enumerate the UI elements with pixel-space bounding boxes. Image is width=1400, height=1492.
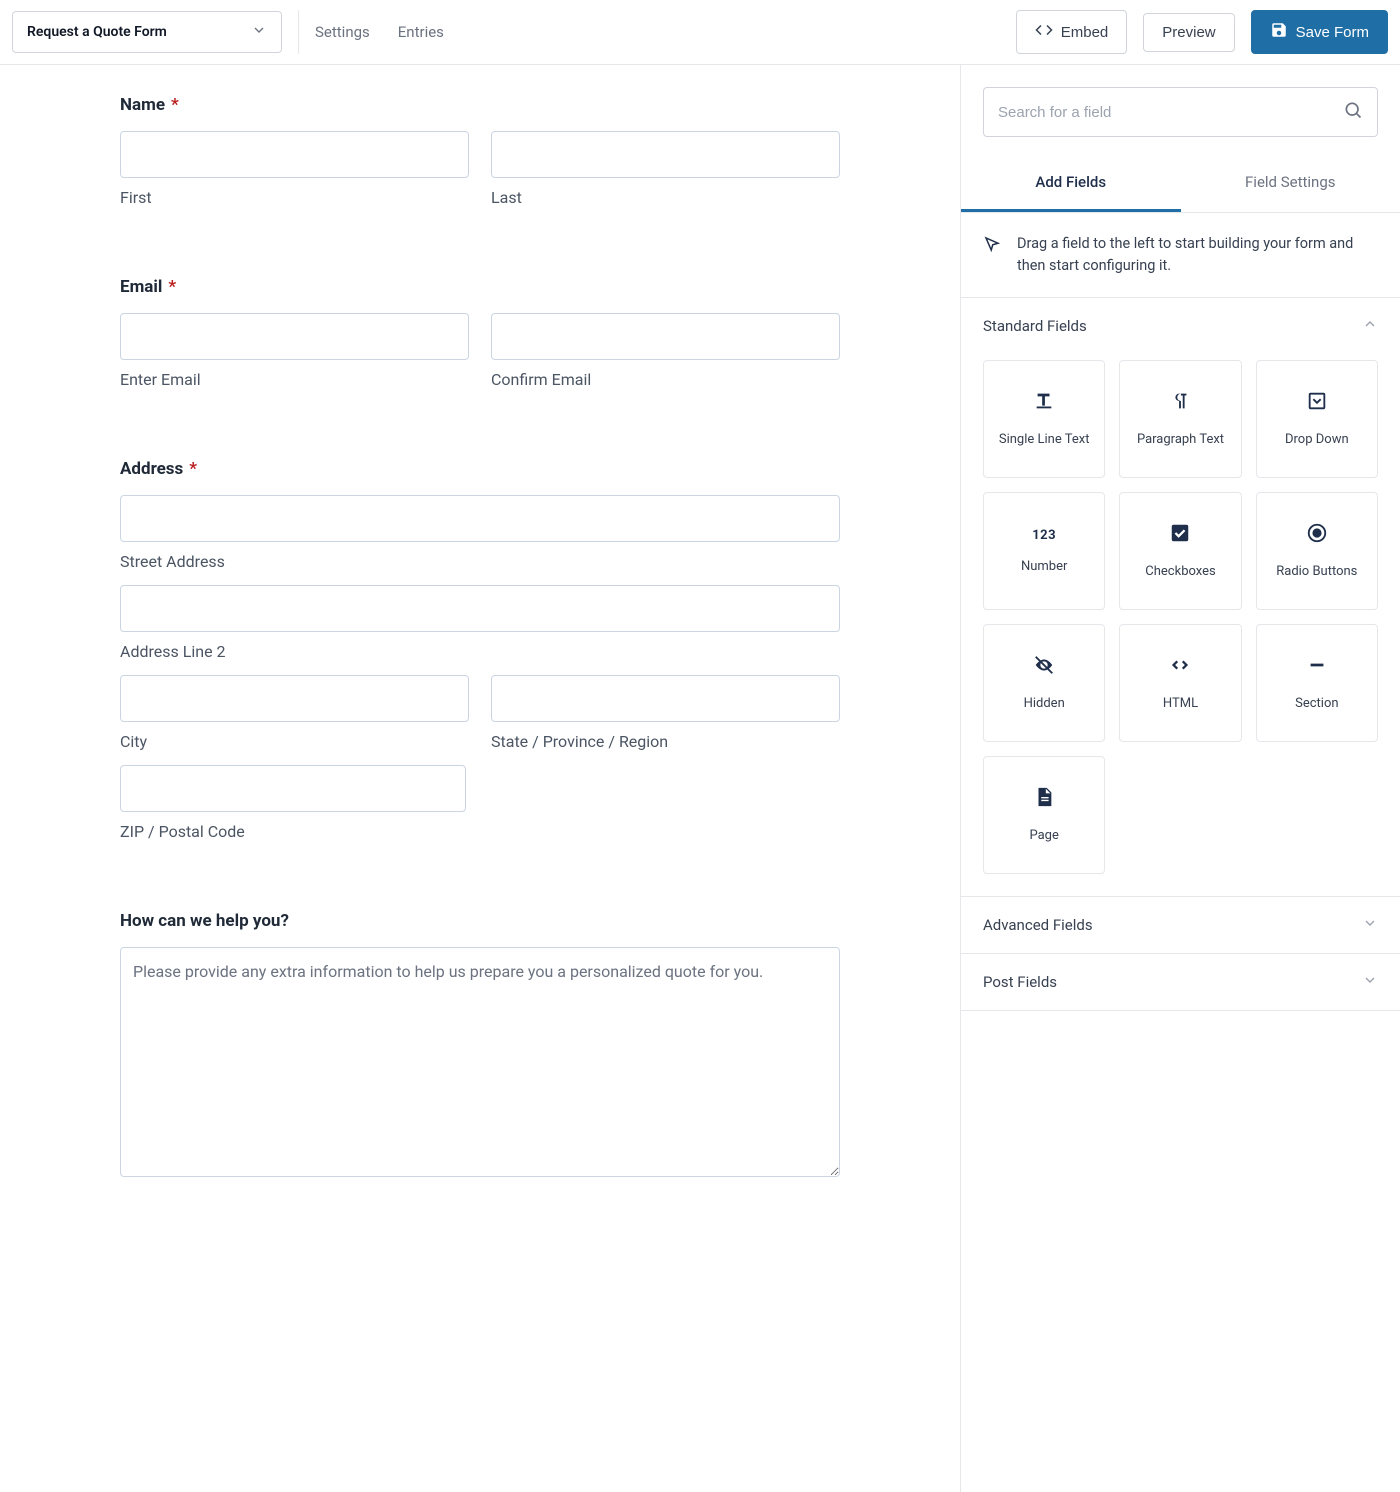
field-label: Name* <box>120 95 840 115</box>
accordion-header-advanced[interactable]: Advanced Fields <box>961 897 1400 953</box>
field-tile-hidden[interactable]: Hidden <box>983 624 1105 742</box>
address-line2-input[interactable] <box>120 585 840 632</box>
html-icon <box>1169 654 1191 680</box>
chevron-down-icon <box>1362 972 1378 992</box>
form-selector[interactable]: Request a Quote Form <box>12 11 282 53</box>
chevron-down-icon <box>251 22 267 42</box>
name-first-input[interactable] <box>120 131 469 178</box>
text-icon <box>1033 390 1055 416</box>
header-tabs: Settings Entries <box>315 23 444 41</box>
field-tile-paragraph[interactable]: Paragraph Text <box>1119 360 1241 478</box>
accordion-advanced: Advanced Fields <box>961 897 1400 954</box>
embed-button[interactable]: Embed <box>1016 10 1128 54</box>
preview-button[interactable]: Preview <box>1143 13 1234 52</box>
sub-label-confirm-email: Confirm Email <box>491 370 840 389</box>
field-tile-number[interactable]: 123 Number <box>983 492 1105 610</box>
search-icon <box>1343 100 1363 124</box>
field-label: Address* <box>120 459 840 479</box>
field-tile-section[interactable]: Section <box>1256 624 1378 742</box>
field-tile-page[interactable]: Page <box>983 756 1105 874</box>
embed-label: Embed <box>1061 24 1109 41</box>
field-tile-checkboxes[interactable]: Checkboxes <box>1119 492 1241 610</box>
name-last-input[interactable] <box>491 131 840 178</box>
field-help[interactable]: How can we help you? <box>120 911 840 1181</box>
main: Name* First Last Email* <box>0 65 1400 1492</box>
field-tile-single-line[interactable]: Single Line Text <box>983 360 1105 478</box>
field-tile-dropdown[interactable]: Drop Down <box>1256 360 1378 478</box>
radio-icon <box>1306 522 1328 548</box>
page-icon <box>1033 786 1055 812</box>
field-tile-radio[interactable]: Radio Buttons <box>1256 492 1378 610</box>
field-name[interactable]: Name* First Last <box>120 95 840 207</box>
accordion-post: Post Fields <box>961 954 1400 1011</box>
sub-label-zip: ZIP / Postal Code <box>120 822 466 841</box>
email-enter-input[interactable] <box>120 313 469 360</box>
tab-add-fields[interactable]: Add Fields <box>961 155 1181 212</box>
hidden-icon <box>1033 654 1055 680</box>
standard-fields-grid: Single Line Text Paragraph Text Drop Dow… <box>961 354 1400 896</box>
sidebar-tabs: Add Fields Field Settings <box>961 155 1400 213</box>
sub-label-first: First <box>120 188 469 207</box>
chevron-up-icon <box>1362 316 1378 336</box>
drag-hint: Drag a field to the left to start buildi… <box>961 213 1400 298</box>
sub-label-last: Last <box>491 188 840 207</box>
address-state-input[interactable] <box>491 675 840 722</box>
required-indicator: * <box>171 95 179 115</box>
accordion-standard: Standard Fields Single Line Text Parag <box>961 298 1400 897</box>
tab-field-settings[interactable]: Field Settings <box>1181 155 1400 212</box>
sub-label-state: State / Province / Region <box>491 732 840 751</box>
address-zip-input[interactable] <box>120 765 466 812</box>
save-label: Save Form <box>1296 24 1369 41</box>
drag-hint-text: Drag a field to the left to start buildi… <box>1017 233 1378 277</box>
field-email[interactable]: Email* Enter Email Confirm Email <box>120 277 840 389</box>
accordion-header-post[interactable]: Post Fields <box>961 954 1400 1010</box>
help-textarea[interactable] <box>120 947 840 1177</box>
save-button[interactable]: Save Form <box>1251 10 1388 54</box>
cursor-icon <box>983 233 1001 260</box>
field-search[interactable] <box>983 87 1378 137</box>
paragraph-icon <box>1169 390 1191 416</box>
tab-entries[interactable]: Entries <box>398 23 444 41</box>
save-icon <box>1270 21 1288 43</box>
dropdown-icon <box>1306 390 1328 416</box>
section-icon <box>1306 654 1328 680</box>
field-label: Email* <box>120 277 840 297</box>
required-indicator: * <box>168 277 176 297</box>
sub-label-street: Street Address <box>120 552 840 571</box>
sub-label-city: City <box>120 732 469 751</box>
divider <box>298 10 299 54</box>
number-icon: 123 <box>1032 528 1056 543</box>
tab-settings[interactable]: Settings <box>315 23 370 41</box>
search-input[interactable] <box>998 104 1343 121</box>
field-label: How can we help you? <box>120 911 840 931</box>
chevron-down-icon <box>1362 915 1378 935</box>
address-city-input[interactable] <box>120 675 469 722</box>
address-street-input[interactable] <box>120 495 840 542</box>
email-confirm-input[interactable] <box>491 313 840 360</box>
sub-label-line2: Address Line 2 <box>120 642 840 661</box>
accordion-header-standard[interactable]: Standard Fields <box>961 298 1400 354</box>
field-tile-html[interactable]: HTML <box>1119 624 1241 742</box>
form-selector-label: Request a Quote Form <box>27 24 167 40</box>
sub-label-enter-email: Enter Email <box>120 370 469 389</box>
code-icon <box>1035 21 1053 43</box>
required-indicator: * <box>189 459 197 479</box>
field-address[interactable]: Address* Street Address Address Line 2 C… <box>120 459 840 841</box>
preview-label: Preview <box>1162 24 1215 41</box>
top-bar: Request a Quote Form Settings Entries Em… <box>0 0 1400 65</box>
form-canvas: Name* First Last Email* <box>0 65 960 1492</box>
checkbox-icon <box>1169 522 1191 548</box>
sidebar: Add Fields Field Settings Drag a field t… <box>960 65 1400 1492</box>
